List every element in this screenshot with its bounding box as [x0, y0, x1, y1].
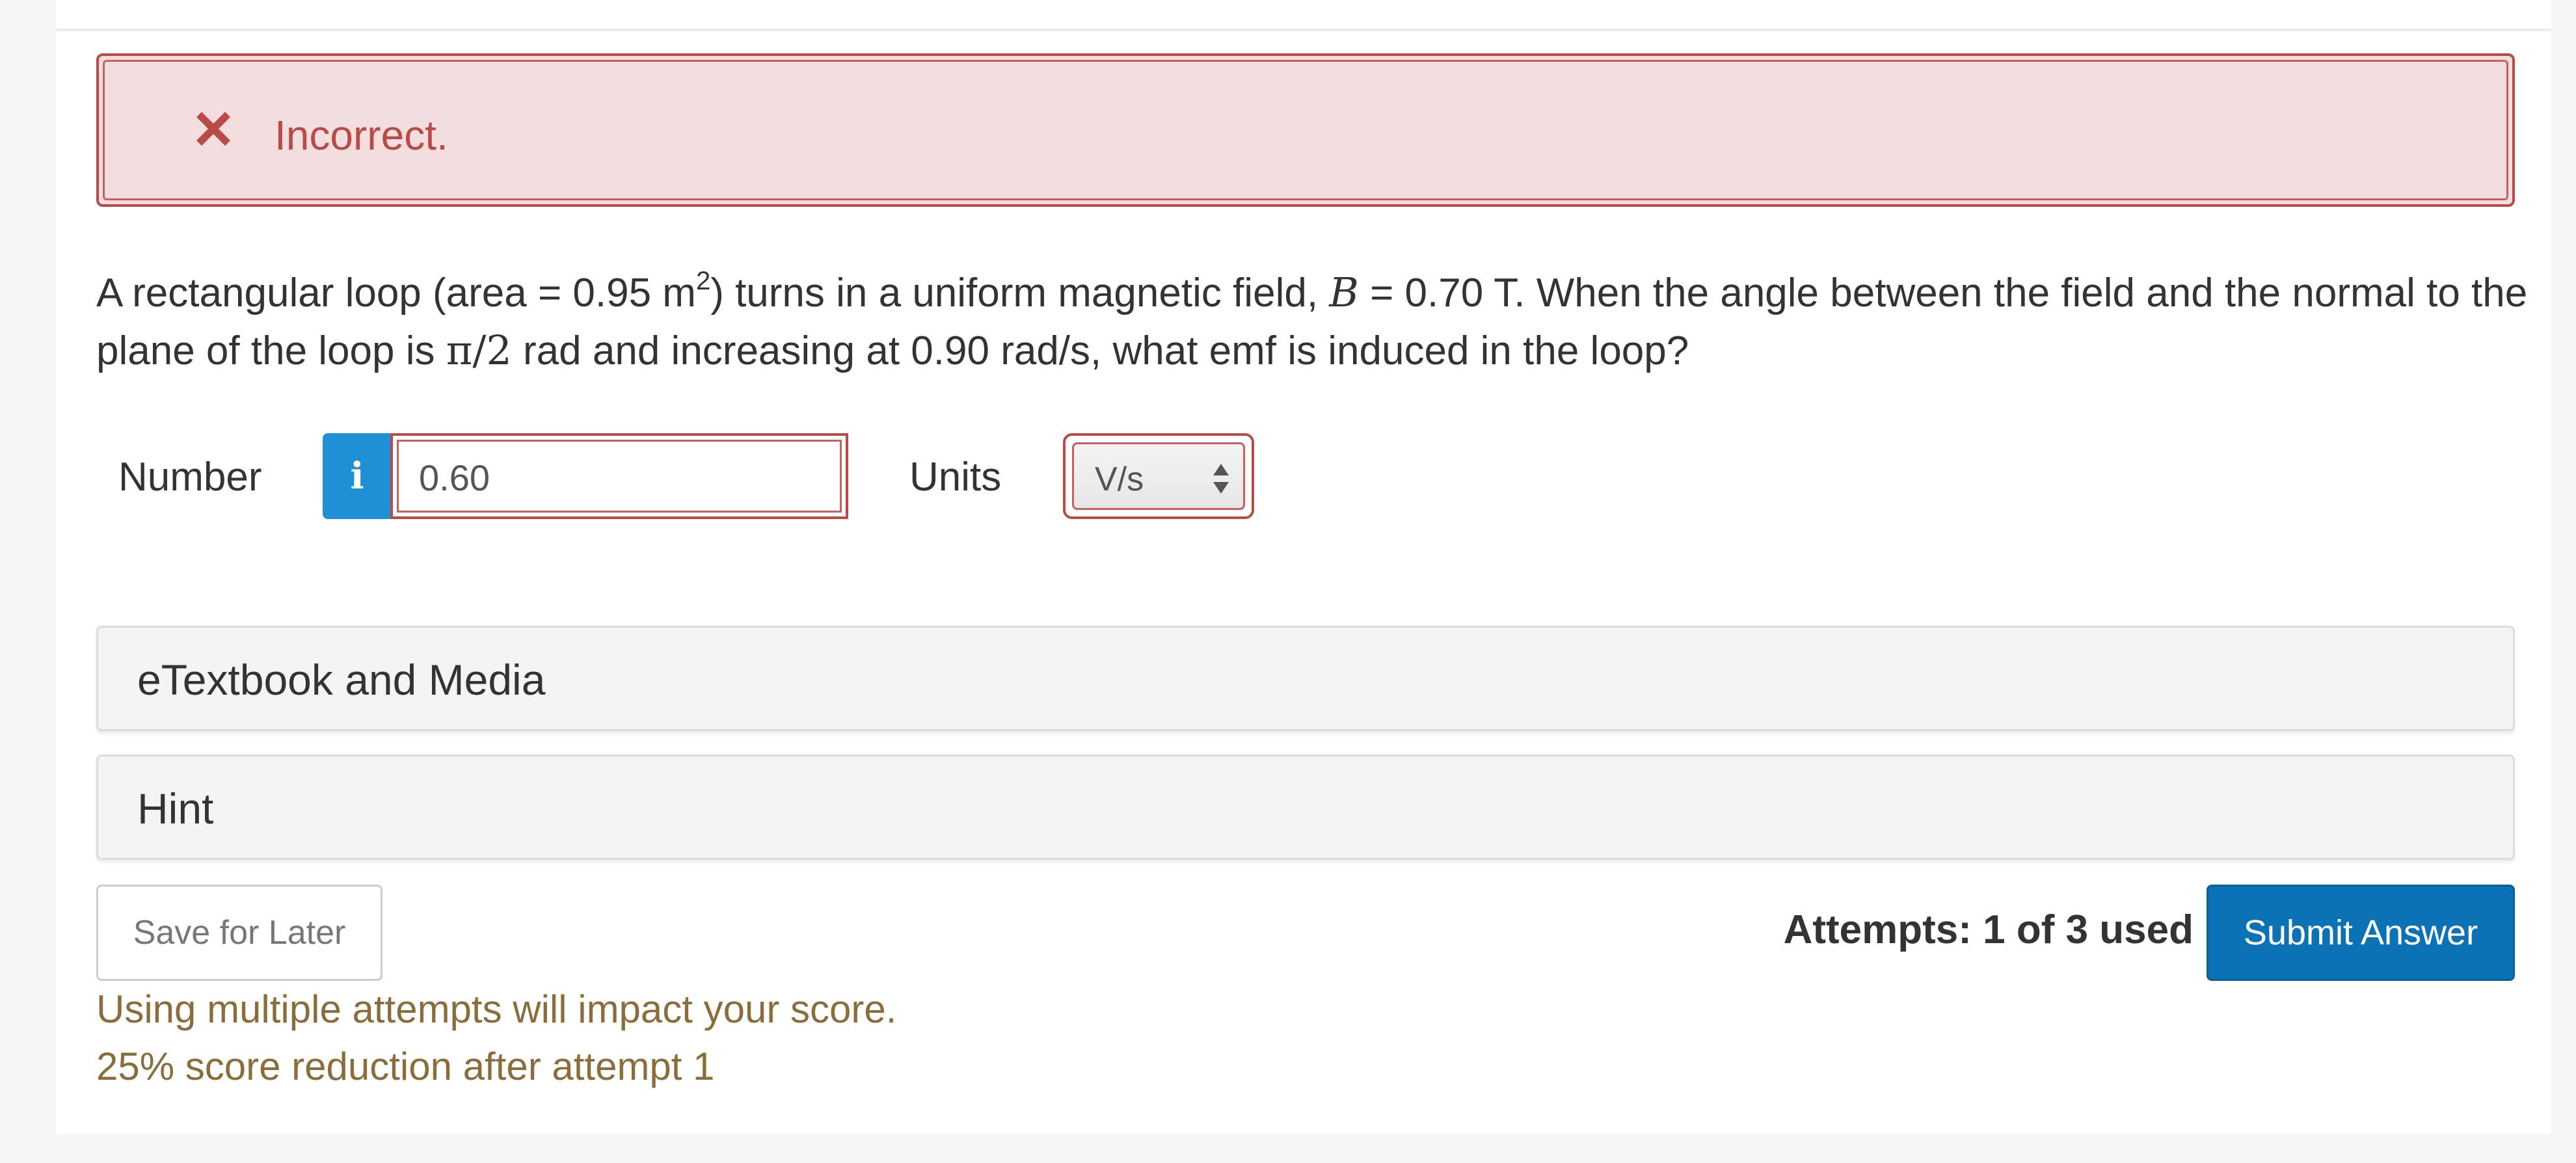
feedback-status: Incorrect.	[275, 112, 448, 159]
attempts-warning: Using multiple attempts will impact your…	[96, 987, 897, 1031]
etextbook-media-panel[interactable]: eTextbook and Media	[96, 626, 2515, 731]
units-select-inner: V/s	[1072, 442, 1245, 510]
units-selected-value: V/s	[1095, 461, 1144, 498]
number-label: Number	[118, 455, 262, 500]
save-for-later-button[interactable]: Save for Later	[96, 885, 382, 981]
number-field-wrapper	[390, 433, 848, 519]
info-button[interactable]: i	[323, 433, 392, 519]
feedback-banner: Incorrect.	[96, 53, 2515, 207]
info-icon: i	[350, 455, 364, 498]
submit-answer-button[interactable]: Submit Answer	[2207, 885, 2515, 981]
units-select[interactable]: V/s	[1063, 433, 1254, 519]
select-arrows-icon	[1213, 464, 1229, 494]
number-input[interactable]	[419, 454, 809, 501]
hint-panel[interactable]: Hint	[96, 755, 2515, 860]
units-label: Units	[909, 455, 1002, 500]
question-text: A rectangular loop (area = 0.95 m2) turn…	[96, 267, 2528, 374]
attempts-counter: Attempts: 1 of 3 used	[1783, 907, 2194, 952]
score-reduction-notice: 25% score reduction after attempt 1	[96, 1045, 715, 1088]
hint-label: Hint	[137, 784, 214, 833]
question-card: Incorrect. A rectangular loop (area = 0.…	[56, 0, 2551, 1134]
etextbook-media-label: eTextbook and Media	[137, 656, 546, 704]
top-divider	[56, 29, 2551, 31]
x-mark-icon	[196, 112, 230, 146]
